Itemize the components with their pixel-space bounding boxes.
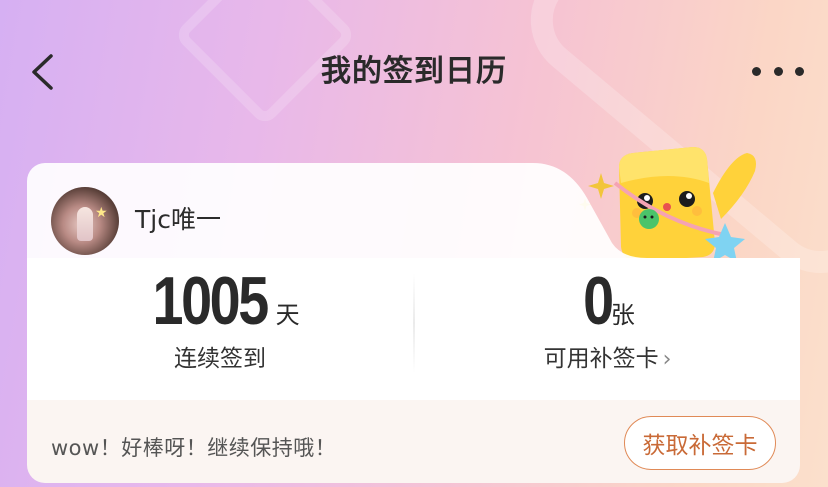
header: 我的签到日历: [0, 0, 828, 145]
makeup-card-count: 0: [583, 263, 614, 339]
star-icon: ★: [95, 205, 108, 221]
more-horizontal-icon: [752, 66, 761, 76]
chevron-right-icon: ›: [662, 347, 672, 372]
streak-label: 连续签到: [174, 346, 266, 372]
makeup-card-label: 可用补签卡: [543, 346, 659, 372]
more-options-button[interactable]: [752, 54, 804, 88]
page-title: 我的签到日历: [321, 54, 507, 89]
streak-days-unit: 天: [275, 301, 300, 329]
makeup-card-stat[interactable]: 0 张 可用补签卡 ›: [415, 266, 800, 376]
streak-stat: 1005 天 连续签到: [27, 266, 413, 376]
checkin-summary-card: ★ Tjc唯一 1005 天 连续签到 0 张 可用补签卡 › wow！好棒呀！继…: [27, 163, 800, 483]
makeup-card-unit: 张: [610, 301, 635, 329]
username: Tjc唯一: [135, 205, 221, 234]
avatar[interactable]: ★: [51, 187, 119, 255]
get-makeup-card-button[interactable]: 获取补签卡: [624, 416, 776, 470]
streak-days-value: 1005: [152, 263, 270, 339]
encouragement-message: wow！好棒呀！继续保持哦！: [51, 436, 337, 460]
